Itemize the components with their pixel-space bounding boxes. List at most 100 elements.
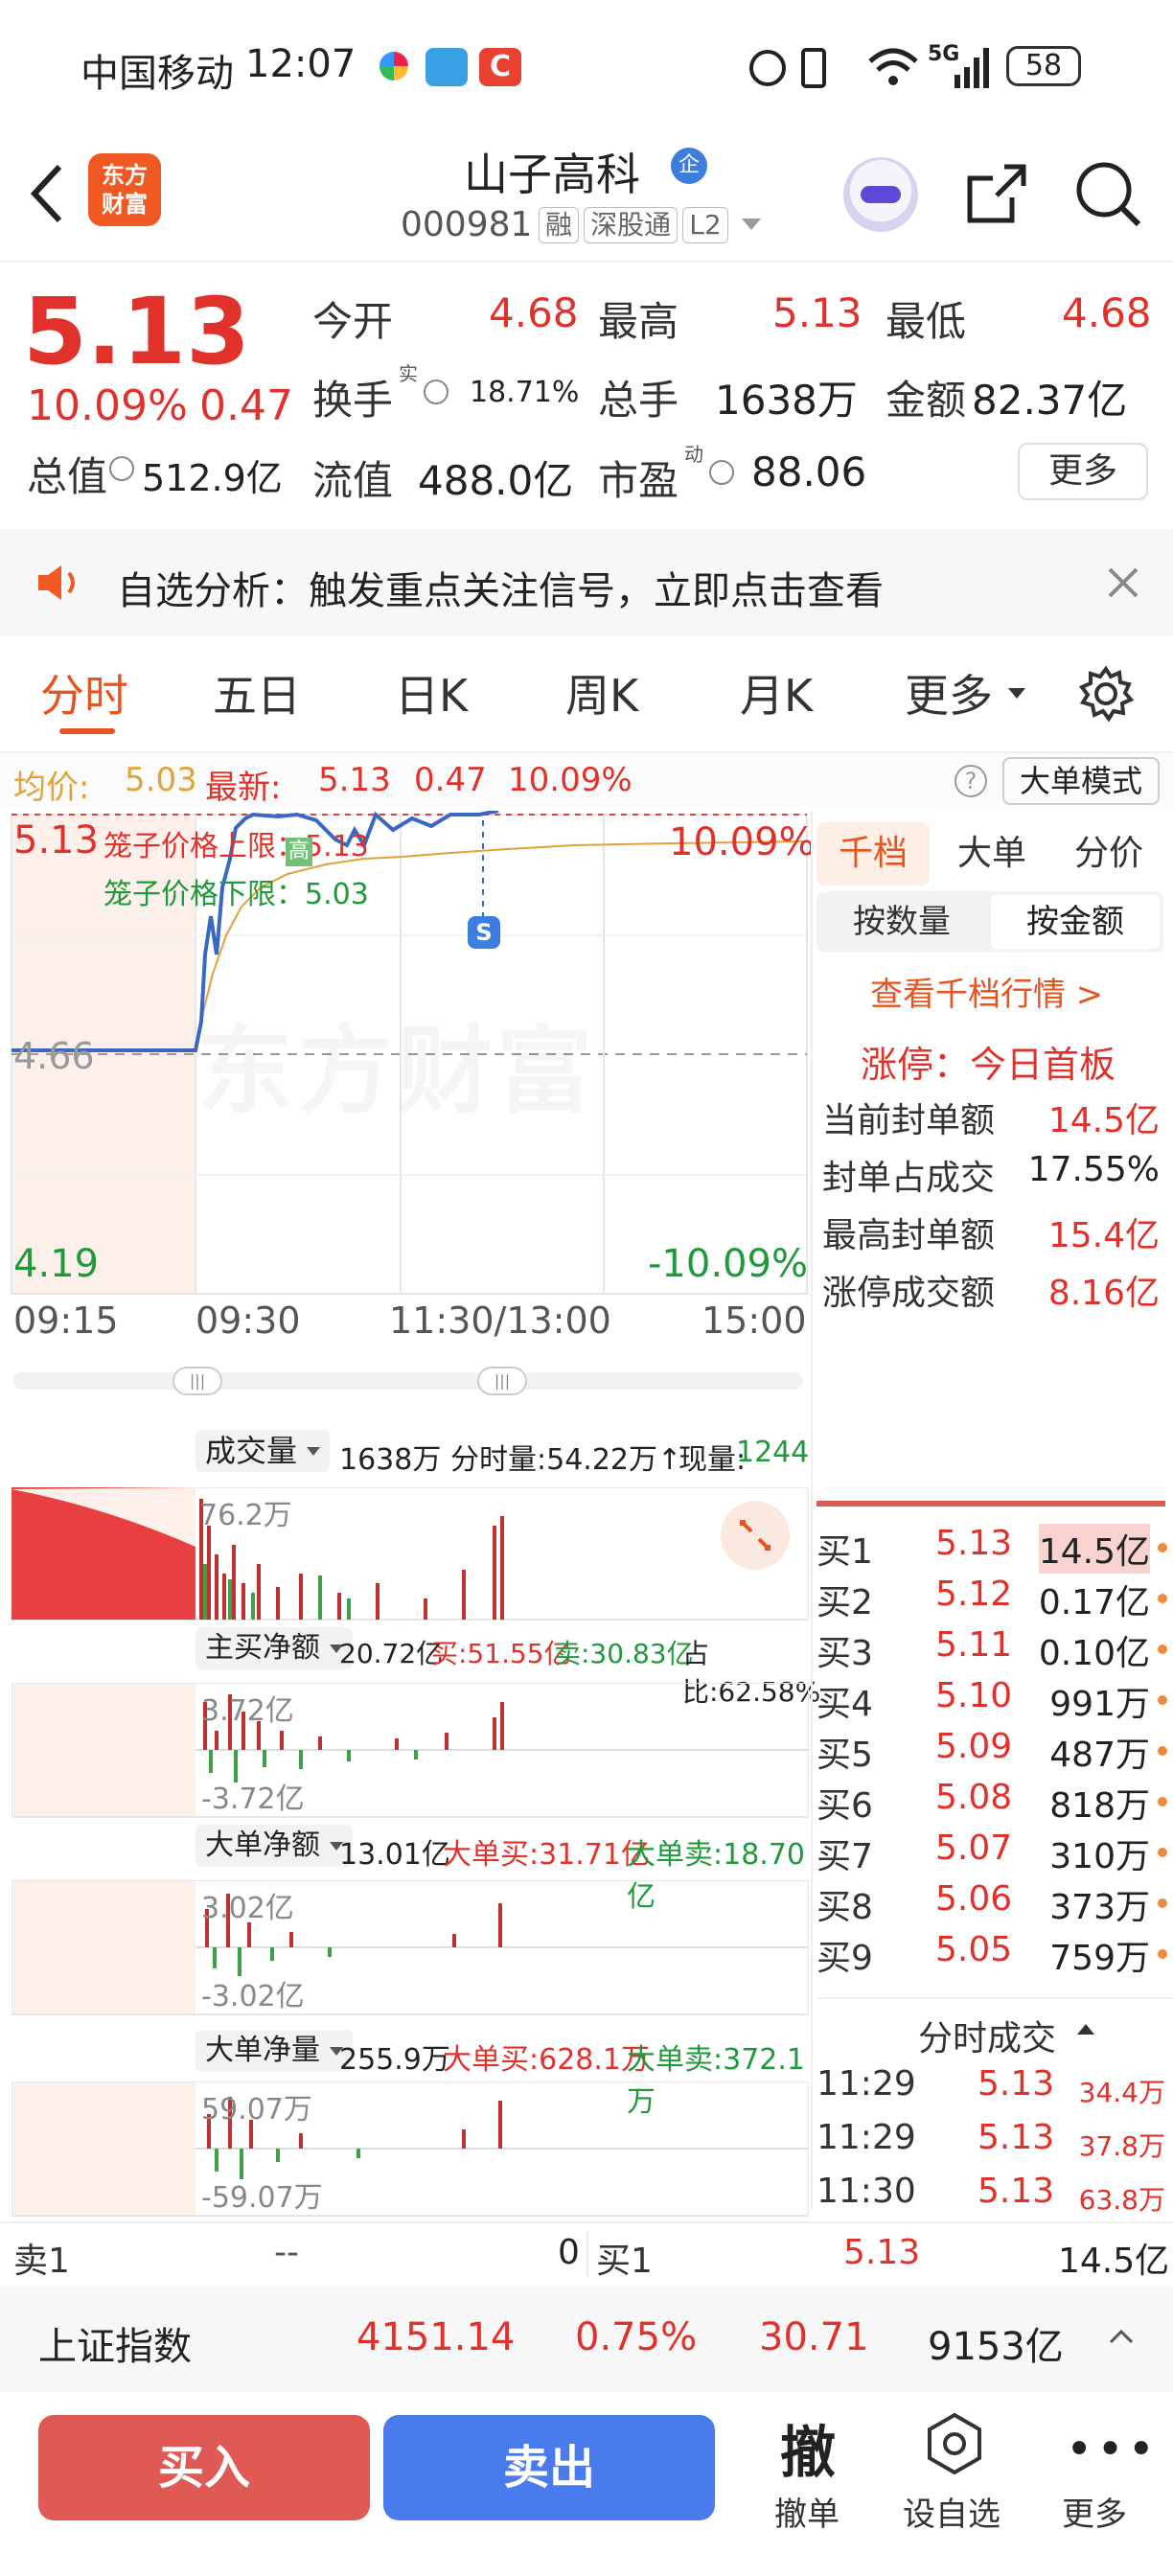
book-volume: 487万: [1049, 1736, 1150, 1775]
turnover-label: 换手: [312, 377, 394, 424]
book-price: 5.07: [935, 1828, 1013, 1868]
order-book-row: 买3 5.11 0.10亿: [816, 1625, 1171, 1675]
volume-value: 1638万: [715, 377, 858, 424]
change-amount: 0.47: [199, 381, 293, 430]
book-level-label: 买4: [816, 1685, 873, 1724]
order-book-row: 买5 5.09 487万: [816, 1727, 1171, 1777]
seal-stat-row: 涨停成交额 8.16亿: [822, 1265, 1167, 1315]
main-net-selector[interactable]: 主买净额: [196, 1627, 353, 1669]
tab-more[interactable]: 更多: [905, 661, 993, 724]
bottom-pct-label: -10.09%: [648, 1242, 808, 1286]
stock-tags: 融 深股通 L2: [539, 207, 728, 243]
cancel-order-icon[interactable]: 撤: [780, 2407, 836, 2488]
slider-right-handle[interactable]: |||: [477, 1367, 527, 1395]
order-book-row: 买6 5.08 818万: [816, 1778, 1171, 1828]
search-icon[interactable]: [1071, 157, 1144, 230]
main-net-selector-label: 主买净额: [205, 1631, 320, 1665]
more-quote-button[interactable]: 更多: [1018, 443, 1148, 500]
toggle-by-amount[interactable]: 按金额: [991, 895, 1160, 949]
top-pct-label: 10.09%: [669, 820, 816, 864]
float-value: 488.0亿: [418, 457, 574, 504]
more-dots-icon[interactable]: •••: [1066, 2426, 1159, 2472]
back-arrow-icon[interactable]: [25, 159, 67, 228]
book-level-label: 买6: [816, 1786, 873, 1826]
tab-big-orders[interactable]: 大单: [935, 822, 1048, 886]
index-bar[interactable]: 上证指数 4151.14 0.75% 30.71 9153亿: [0, 2287, 1173, 2392]
book-dot-icon: [1158, 1898, 1167, 1908]
vibrate-icon: [801, 48, 826, 88]
intraday-chart[interactable]: 5.13 10.09% 4.66 4.19 -10.09% 笼子价格上限：5.1…: [0, 811, 816, 1300]
settings-gear-icon[interactable]: [1077, 665, 1135, 723]
seal-stat-label: 最高封单额: [822, 1216, 996, 1255]
time-label-noon: 11:30/13:00: [389, 1300, 611, 1342]
order-book-row: 买4 5.10 991万: [816, 1676, 1171, 1726]
big-order-mode-button[interactable]: 大单模式: [1002, 757, 1160, 805]
tab-monthly-k[interactable]: 月K: [740, 661, 813, 724]
index-pct: 0.75%: [575, 2315, 698, 2359]
main-net-top-label: 3.72亿: [201, 1694, 294, 1728]
big-vol-selector[interactable]: 大单净量: [196, 2030, 353, 2072]
tag-dropdown-icon[interactable]: [742, 218, 761, 230]
main-net-chart: 3.72亿 -3.72亿: [12, 1683, 809, 1819]
trade-row: 11:29 5.13 37.8万: [816, 2114, 1173, 2168]
active-tab-indicator: [59, 728, 115, 734]
view-depth-link[interactable]: 查看千档行情 >: [870, 968, 1103, 1015]
share-icon[interactable]: [962, 159, 1031, 228]
tab-five-day[interactable]: 五日: [213, 661, 301, 724]
turnover-info-icon[interactable]: [424, 380, 448, 404]
book-volume: 373万: [1049, 1888, 1150, 1927]
tab-level-depth[interactable]: 千档: [816, 822, 930, 886]
tab-more-caret-icon: [1008, 688, 1025, 699]
expand-icon[interactable]: [721, 1501, 790, 1570]
slider-left-handle[interactable]: |||: [172, 1367, 222, 1395]
notice-bar[interactable]: 自选分析：触发重点关注信号，立即点击查看: [0, 529, 1173, 636]
cancel-order-label[interactable]: 撤单: [774, 2488, 840, 2535]
book-price: 5.12: [935, 1575, 1013, 1614]
high-marker-tag: 高: [286, 838, 312, 866]
range-slider[interactable]: ||| |||: [13, 1367, 803, 1395]
toggle-by-count[interactable]: 按数量: [816, 891, 987, 953]
add-watchlist-label[interactable]: 设自选: [903, 2488, 1000, 2535]
volume-selector[interactable]: 成交量: [196, 1430, 331, 1472]
trade-volume: 34.4万: [1078, 2077, 1165, 2108]
volume-selector-label: 成交量: [205, 1433, 298, 1469]
speaker-icon: [34, 562, 82, 604]
big-net-selector[interactable]: 大单净额: [196, 1825, 353, 1867]
add-watchlist-icon[interactable]: [922, 2411, 987, 2476]
tab-weekly-k[interactable]: 周K: [565, 661, 638, 724]
open-label: 今开: [312, 298, 394, 345]
big-net-buy: 大单买:31.71亿: [443, 1838, 650, 1872]
book-level-label: 买2: [816, 1583, 873, 1622]
mktcap-info-icon[interactable]: [109, 456, 134, 481]
eastmoney-logo[interactable]: 东方 财富: [88, 153, 161, 226]
seal-stat-row: 封单占成交 17.55%: [822, 1150, 1167, 1200]
mktcap-value: 512.9亿: [142, 457, 283, 499]
index-change: 30.71: [759, 2315, 869, 2359]
buy-button[interactable]: 买入: [38, 2415, 370, 2520]
pe-info-icon[interactable]: [709, 460, 734, 485]
s-marker-icon[interactable]: S: [468, 916, 500, 949]
best-quote-bar: 卖1 -- 0 买1 5.13 14.5亿: [0, 2223, 1173, 2285]
big-net-total: 13.01亿: [339, 1838, 450, 1872]
notice-text: 自选分析：触发重点关注信号，立即点击查看: [117, 569, 884, 613]
assistant-robot-icon[interactable]: [843, 157, 918, 232]
watermark: 东方财富: [197, 993, 596, 1132]
chevron-up-icon[interactable]: [1108, 2327, 1135, 2346]
tab-daily-k[interactable]: 日K: [395, 661, 468, 724]
sell-button[interactable]: 卖出: [383, 2415, 715, 2520]
book-level-label: 买3: [816, 1634, 873, 1673]
slider-track: [13, 1372, 803, 1390]
tab-intraday[interactable]: 分时: [40, 661, 128, 724]
sell1-price: --: [274, 2233, 299, 2272]
help-icon[interactable]: ?: [954, 765, 987, 797]
volume-now-value: 1244: [736, 1436, 810, 1469]
big-net-bottom-label: -3.02亿: [201, 1980, 305, 2013]
more-actions-label[interactable]: 更多: [1062, 2488, 1127, 2535]
close-icon[interactable]: [1106, 565, 1140, 600]
book-price: 5.09: [935, 1727, 1013, 1766]
tab-price-dist[interactable]: 分价: [1052, 822, 1165, 886]
trades-header[interactable]: 分时成交: [816, 2003, 1173, 2060]
carrier: 中国移动: [80, 52, 234, 96]
order-book-divider: [816, 1501, 1165, 1506]
seal-stat-value: 8.16亿: [1047, 1274, 1160, 1313]
